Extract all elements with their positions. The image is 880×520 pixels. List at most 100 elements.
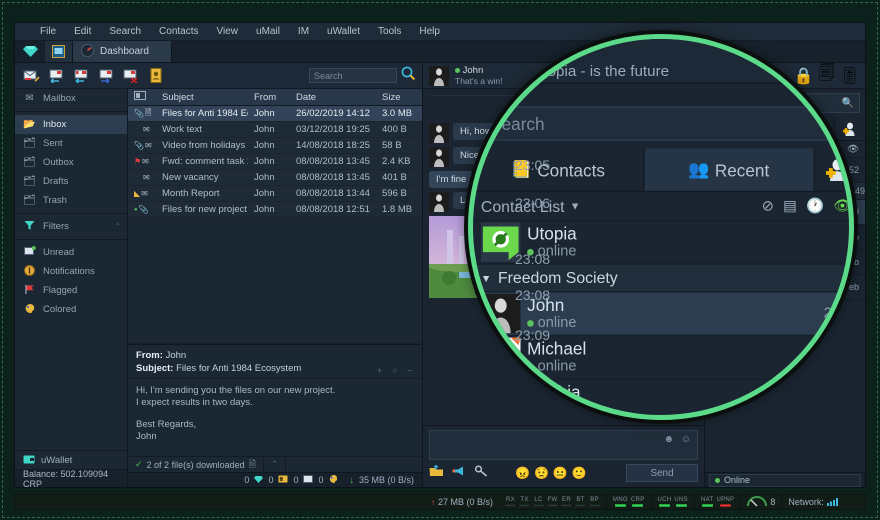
sidebar-item-mailbox[interactable]: ✉ Mailbox — [15, 89, 127, 108]
copy-icon[interactable]: 🗐 — [810, 48, 825, 73]
row-icons: ● 📎 — [128, 205, 156, 214]
reply-mail-icon[interactable] — [46, 67, 66, 85]
reply-all-mail-icon[interactable] — [71, 67, 91, 85]
key-icon[interactable] — [475, 464, 489, 482]
filter-label: Unread — [43, 247, 74, 258]
tab-contacts[interactable]: 📒 Contacts — [473, 149, 644, 191]
sidebar-item-flagged[interactable]: Flagged — [15, 281, 127, 300]
menu-edit[interactable]: Edit — [65, 23, 100, 41]
table-row[interactable]: ● 📎 Files for new project John 08/08/201… — [128, 202, 422, 218]
chevron-up-icon[interactable]: ⌃ — [264, 457, 287, 472]
search-icon[interactable]: 🔍 — [825, 115, 843, 132]
input-right-icons[interactable]: ☻ ☺ — [663, 434, 693, 445]
chevron-down-icon[interactable]: ▼ — [570, 200, 580, 212]
sidebar-item-drafts[interactable]: 🗂 Drafts — [15, 172, 127, 191]
address-book-icon[interactable] — [146, 67, 166, 85]
umail-app-icon[interactable] — [45, 41, 73, 62]
menu-help[interactable]: Help — [410, 23, 449, 41]
preview-header: From: John Subject: Files for Anti 1984 … — [128, 345, 422, 379]
mail-size: 58 B — [376, 140, 422, 151]
identicon-avatar[interactable] — [482, 41, 522, 81]
diamond-icon[interactable] — [15, 41, 45, 62]
tab-recent[interactable]: 👥 Recent — [644, 149, 815, 191]
sidebar-item-inbox[interactable]: 📂 Inbox — [15, 115, 127, 134]
menu-contacts[interactable]: Contacts — [150, 23, 207, 41]
folder-label: Mailbox — [43, 93, 76, 104]
table-row[interactable]: 📎 🗎 Files for Anti 1984 Ecosystem John 2… — [128, 106, 422, 122]
table-row[interactable]: ⚑ ✉ Fwd: comment task 2105 John 08/08/20… — [128, 154, 422, 170]
filters-label: Filters — [43, 221, 69, 232]
menu-umail[interactable]: uMail — [247, 23, 289, 41]
pencil-icon[interactable]: ✎ — [473, 84, 854, 99]
contacts-search-input[interactable]: Search 🔍 — [482, 106, 850, 140]
column-size[interactable]: Size — [376, 92, 422, 103]
preview-from-label: From: — [136, 350, 163, 361]
menu-uwallet[interactable]: uWallet — [318, 23, 369, 41]
menu-file[interactable]: File — [31, 23, 65, 41]
mail-subject: Work text — [156, 124, 248, 135]
compose-mail-icon[interactable] — [21, 67, 41, 85]
filter-label: Flagged — [43, 285, 77, 296]
chat-timestamp: 23:05 — [515, 157, 550, 173]
column-subject[interactable]: Subject — [156, 92, 248, 103]
delete-mail-icon[interactable] — [121, 67, 141, 85]
sent-folder-icon: 🗂 — [23, 138, 36, 149]
settings-sliders-icon[interactable]: 🎚 — [832, 52, 850, 69]
sidebar-item-unread[interactable]: Unread — [15, 243, 127, 262]
online-status-select[interactable]: Online — [709, 474, 861, 487]
online-status-label: Online — [724, 475, 750, 485]
drafts-folder-icon: 🗂 — [23, 176, 36, 187]
sidebar-item-uwallet[interactable]: uWallet — [15, 450, 127, 469]
chevron-up-icon[interactable]: ⌃ — [114, 222, 127, 231]
emoji-picker[interactable]: 😠 😟 😐 🙂 — [515, 466, 587, 480]
preview-footer: ✓ 2 of 2 file(s) downloaded 🗎 ⌃ — [128, 456, 422, 472]
sidebar-item-trash[interactable]: 🗂 Trash — [15, 191, 127, 210]
mail-date: 03/12/2018 19:25 — [290, 124, 376, 135]
lock-icon[interactable]: 🔒 — [784, 52, 802, 69]
attach-file-icon[interactable] — [429, 464, 444, 482]
tab-dashboard[interactable]: Dashboard — [73, 41, 172, 62]
chat-bubble: I'm fine — [429, 171, 473, 188]
preview-body-line2: I expect results in two days. — [136, 397, 414, 409]
column-from[interactable]: From — [248, 92, 290, 103]
sidebar-item-notifications[interactable]: Notifications — [15, 262, 127, 281]
list-item[interactable]: Sophia offline — [473, 380, 854, 420]
menu-search[interactable]: Search — [100, 23, 150, 41]
file-icon[interactable]: 🗎 — [249, 457, 256, 473]
outbox-folder-icon: 🗂 — [23, 157, 36, 168]
sidebar-item-filters[interactable]: Filters ⌃ — [15, 217, 127, 236]
angry-emoji-icon[interactable]: 😠 — [515, 466, 530, 480]
smile-emoji-icon[interactable]: 🙂 — [572, 466, 587, 480]
search-icon[interactable] — [401, 66, 416, 86]
table-row[interactable]: ✉ Work text John 03/12/2018 19:25 400 B — [128, 122, 422, 138]
sidebar-item-outbox[interactable]: 🗂 Outbox — [15, 153, 127, 172]
column-icon-header[interactable] — [128, 91, 156, 103]
table-row[interactable]: 📎 ✉ Video from holidays John 14/08/2018 … — [128, 138, 422, 154]
menu-view[interactable]: View — [208, 23, 248, 41]
chevron-down-icon: ▼ — [481, 272, 491, 284]
trash-folder-icon: 🗂 — [23, 195, 36, 206]
led-fw: FW — [547, 497, 558, 507]
add-contact-icon[interactable] — [815, 149, 854, 191]
hidden-eye-icon[interactable]: 👁 — [833, 197, 851, 214]
preview-window-controls[interactable]: + ○ − — [377, 366, 416, 375]
column-date[interactable]: Date — [290, 92, 376, 103]
message-input[interactable]: ☻ ☺ — [429, 430, 698, 460]
history-clock-icon[interactable]: 🕐 — [806, 197, 824, 214]
megaphone-icon[interactable] — [452, 464, 467, 482]
sidebar-item-colored[interactable]: Colored — [15, 300, 127, 319]
table-row[interactable]: ✉ New vacancy John 08/08/2018 13:45 401 … — [128, 170, 422, 186]
menu-im[interactable]: IM — [289, 23, 318, 41]
sad-emoji-icon[interactable]: 😟 — [534, 466, 549, 480]
list-icon[interactable]: ▤ — [783, 197, 797, 214]
table-row[interactable]: ◣ ✉ Month Report John 08/08/2018 13:44 5… — [128, 186, 422, 202]
flag-icon: ⚑ — [134, 157, 141, 166]
sidebar-item-sent[interactable]: 🗂 Sent — [15, 134, 127, 153]
neutral-emoji-icon[interactable]: 😐 — [553, 466, 568, 480]
mail-search-input[interactable] — [309, 68, 397, 83]
send-button[interactable]: Send — [626, 464, 698, 482]
dashboard-icon — [81, 44, 94, 60]
forward-mail-icon[interactable] — [96, 67, 116, 85]
blocked-icon[interactable]: ⊘ — [762, 197, 774, 214]
menu-tools[interactable]: Tools — [369, 23, 410, 41]
